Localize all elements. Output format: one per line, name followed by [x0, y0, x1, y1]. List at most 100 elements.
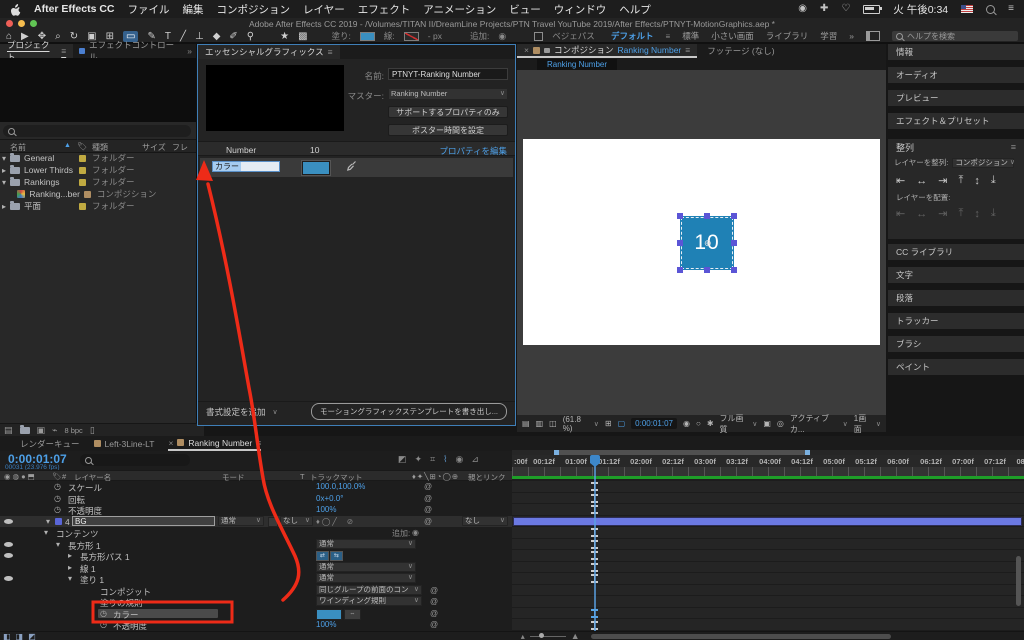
- panel-effects-presets[interactable]: エフェクト＆プリセット: [888, 113, 1024, 129]
- comp-subtab[interactable]: Ranking Number: [537, 58, 618, 70]
- menu-app-name[interactable]: After Effects CC: [34, 3, 115, 15]
- property-row-opacity[interactable]: ◷ 不透明度 100% @: [0, 504, 512, 516]
- selection-handle[interactable]: [677, 267, 683, 273]
- label-color-chip[interactable]: [79, 178, 86, 186]
- add-menu-icon[interactable]: ◉: [498, 31, 506, 42]
- workspace-tab-small-screen[interactable]: 小さい画面: [711, 30, 754, 42]
- menu-view[interactable]: ビュー: [509, 2, 541, 17]
- close-window-button[interactable]: [6, 20, 13, 27]
- color-property-swatch[interactable]: [316, 608, 342, 620]
- project-search-input[interactable]: [3, 125, 191, 137]
- snapshot-icon[interactable]: ▤: [522, 419, 530, 428]
- eraser-tool-icon[interactable]: ◆: [213, 31, 221, 42]
- motion-blur-icon[interactable]: ◉: [456, 454, 464, 465]
- blend-mode-dropdown[interactable]: 通常 ∨: [316, 538, 416, 549]
- label-column-icon[interactable]: 🏷: [77, 142, 87, 151]
- selection-handle[interactable]: [704, 267, 710, 273]
- eg-set-poster-time-button[interactable]: ポスター時間を設定: [388, 124, 508, 136]
- align-left-icon[interactable]: ⇤: [896, 174, 905, 187]
- group-row-rectpath1[interactable]: ▸ 長方形パス 1 ⇄ ⇆: [0, 550, 512, 562]
- frame-blend-icon[interactable]: ⌇: [443, 454, 447, 465]
- project-row-lower-thirds[interactable]: ▸ Lower Thirds フォルダー: [0, 164, 196, 176]
- property-row-fill-rule[interactable]: 塗りの規則 ワインディング規則 ∨ @: [0, 596, 512, 608]
- hide-shy-icon[interactable]: ⌗: [430, 454, 435, 465]
- eye-icon[interactable]: [4, 576, 13, 582]
- workspace-tab-library[interactable]: ライブラリ: [766, 30, 809, 42]
- panel-character[interactable]: 文字: [888, 267, 1024, 283]
- apple-menu-icon[interactable]: [10, 3, 21, 16]
- status-record-icon[interactable]: ◉: [798, 4, 807, 14]
- panel-paint[interactable]: ペイント: [888, 359, 1024, 375]
- workspace-tab-learn[interactable]: 学習: [820, 30, 837, 42]
- rgb-channels-icon[interactable]: ✱: [707, 419, 714, 428]
- pickwhip-icon[interactable]: @: [430, 597, 438, 606]
- magnification-dropdown[interactable]: (61.8 %) ∨: [563, 415, 599, 433]
- distribute-left-icon[interactable]: ⇤: [896, 207, 905, 220]
- menu-file[interactable]: ファイル: [128, 2, 170, 17]
- menu-clock[interactable]: 火 午後0:34: [893, 2, 948, 17]
- align-target-dropdown[interactable]: コンポジション ∨: [952, 157, 1015, 168]
- zoom-window-button[interactable]: [30, 20, 37, 27]
- align-bottom-icon[interactable]: ⤓: [991, 174, 996, 187]
- bit-depth-label[interactable]: 8 bpc: [64, 426, 82, 435]
- tab-composition[interactable]: × コンポジション Ranking Number ≡: [517, 44, 698, 58]
- stopwatch-icon[interactable]: ◷: [54, 494, 61, 503]
- twirl-open-icon[interactable]: ▾: [56, 540, 60, 549]
- distribute-right-icon[interactable]: ⇥: [938, 207, 947, 220]
- eg-export-template-button[interactable]: モーショングラフィックステンプレートを書き出し...: [311, 403, 507, 420]
- add-shape-icon[interactable]: ◉: [412, 528, 419, 537]
- eg-color-rename-input[interactable]: カラー: [212, 161, 280, 172]
- group-row-contents[interactable]: ▾ コンテンツ 追加: ◉: [0, 527, 512, 539]
- comp-canvas[interactable]: 10 ⊕: [523, 139, 880, 345]
- label-color-chip[interactable]: [79, 202, 86, 210]
- fill-rule-dropdown[interactable]: ワインディング規則 ∨: [316, 596, 422, 607]
- shape-star-icon[interactable]: ★: [280, 31, 289, 42]
- path-direction-toggle[interactable]: ⇄: [316, 551, 329, 562]
- project-row-solids[interactable]: ▸ 平面 フォルダー: [0, 200, 196, 212]
- panel-info[interactable]: 情報: [888, 44, 1024, 60]
- group-row-rectangle1[interactable]: ▾ 長方形 1 通常 ∨: [0, 538, 512, 551]
- label-color-chip[interactable]: [79, 154, 86, 162]
- panel-preview[interactable]: プレビュー: [888, 90, 1024, 106]
- eyedropper-icon[interactable]: [346, 160, 357, 174]
- battery-icon[interactable]: [863, 4, 883, 14]
- project-row-rankings[interactable]: ▾ Rankings フォルダー: [0, 176, 196, 188]
- stroke-width-value[interactable]: - px: [428, 31, 442, 41]
- menu-effect[interactable]: エフェクト: [358, 2, 411, 17]
- align-panel-header[interactable]: 整列 ≡: [888, 139, 1024, 155]
- timeline-search-input[interactable]: [80, 454, 190, 466]
- property-row-rotation[interactable]: ◷ 回転 0x+0.0° @: [0, 493, 512, 505]
- distribute-center-h-icon[interactable]: ↔: [916, 208, 927, 220]
- pickwhip-icon[interactable]: @: [424, 505, 432, 514]
- composite-dropdown[interactable]: 同じグループの前面のコン ∨: [316, 584, 422, 595]
- panel-layout-icon[interactable]: [866, 31, 880, 41]
- bezier-path-checkbox[interactable]: [534, 31, 544, 41]
- close-tab-icon[interactable]: ×: [168, 438, 173, 448]
- selection-handle[interactable]: [731, 213, 737, 219]
- project-flowchart-icon[interactable]: ⌁: [52, 425, 57, 436]
- menu-help[interactable]: ヘルプ: [619, 2, 651, 17]
- twirl-open-icon[interactable]: ▾: [2, 178, 6, 187]
- property-row-opacity2[interactable]: ◷ 不透明度 100% @: [0, 619, 512, 631]
- interpret-footage-icon[interactable]: ▤: [4, 425, 13, 436]
- channel-icon[interactable]: ◫: [549, 419, 557, 428]
- input-language-flag-icon[interactable]: [961, 5, 974, 13]
- property-value[interactable]: 0x+0.0°: [316, 494, 343, 503]
- menu-edit[interactable]: 編集: [183, 2, 204, 17]
- selection-handle[interactable]: [704, 213, 710, 219]
- eye-icon[interactable]: [4, 518, 13, 524]
- stroke-color-swatch[interactable]: [403, 31, 419, 41]
- lock-icon[interactable]: [543, 47, 550, 53]
- puppet-pin-tool-icon[interactable]: ⚲: [247, 31, 254, 42]
- ruler-tick-strip[interactable]: [512, 467, 1024, 476]
- twirl-closed-icon[interactable]: ▸: [68, 563, 72, 572]
- selection-handle[interactable]: [731, 267, 737, 273]
- motion-blur-toggle-icon[interactable]: ◩: [28, 632, 36, 640]
- eg-name-input[interactable]: PTNYT-Ranking Number: [388, 68, 508, 80]
- timeline-zoom-slider[interactable]: [529, 633, 566, 638]
- twirl-closed-icon[interactable]: ▸: [2, 202, 6, 211]
- panel-overflow-icon[interactable]: »: [187, 46, 196, 56]
- zoom-out-mountain-icon[interactable]: ▴: [521, 632, 525, 640]
- playhead-handle[interactable]: [590, 455, 600, 463]
- property-row-scale[interactable]: ◷ スケール 100.0,100.0% @: [0, 481, 512, 493]
